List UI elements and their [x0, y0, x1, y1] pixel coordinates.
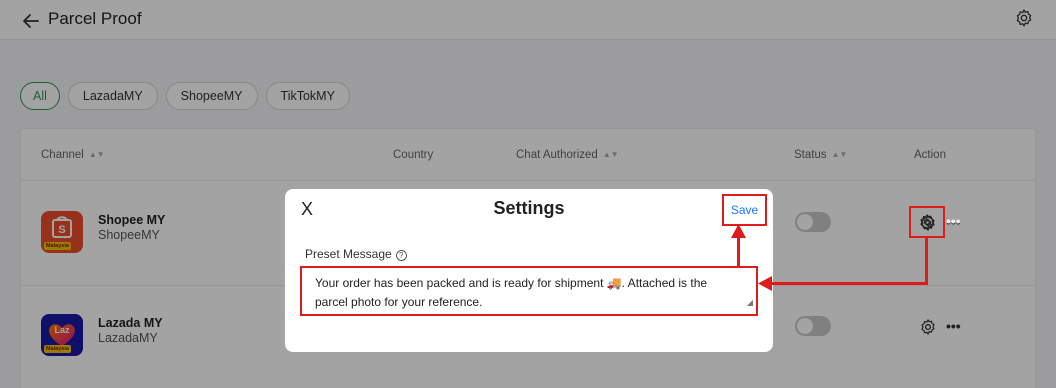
field-label-text: Preset Message [305, 247, 392, 261]
settings-modal: X Settings Save Preset Message? Your ord… [285, 189, 773, 352]
preset-message-label: Preset Message? [305, 247, 407, 261]
annotation-arrowhead [731, 224, 746, 238]
help-icon[interactable]: ? [395, 250, 407, 261]
annotation-line [770, 282, 928, 285]
resize-handle-icon[interactable]: ◢ [747, 293, 753, 312]
preset-message-textarea[interactable]: Your order has been packed and is ready … [300, 266, 758, 316]
preset-message-text: Your order has been packed and is ready … [315, 276, 708, 309]
annotation-arrowhead [758, 276, 772, 291]
modal-title: Settings [493, 198, 565, 218]
more-options-icon[interactable]: ••• [946, 213, 961, 229]
annotation-line [925, 238, 928, 284]
annotation-line [737, 236, 740, 266]
save-button[interactable]: Save [722, 194, 767, 226]
gear-icon[interactable] [918, 213, 936, 231]
